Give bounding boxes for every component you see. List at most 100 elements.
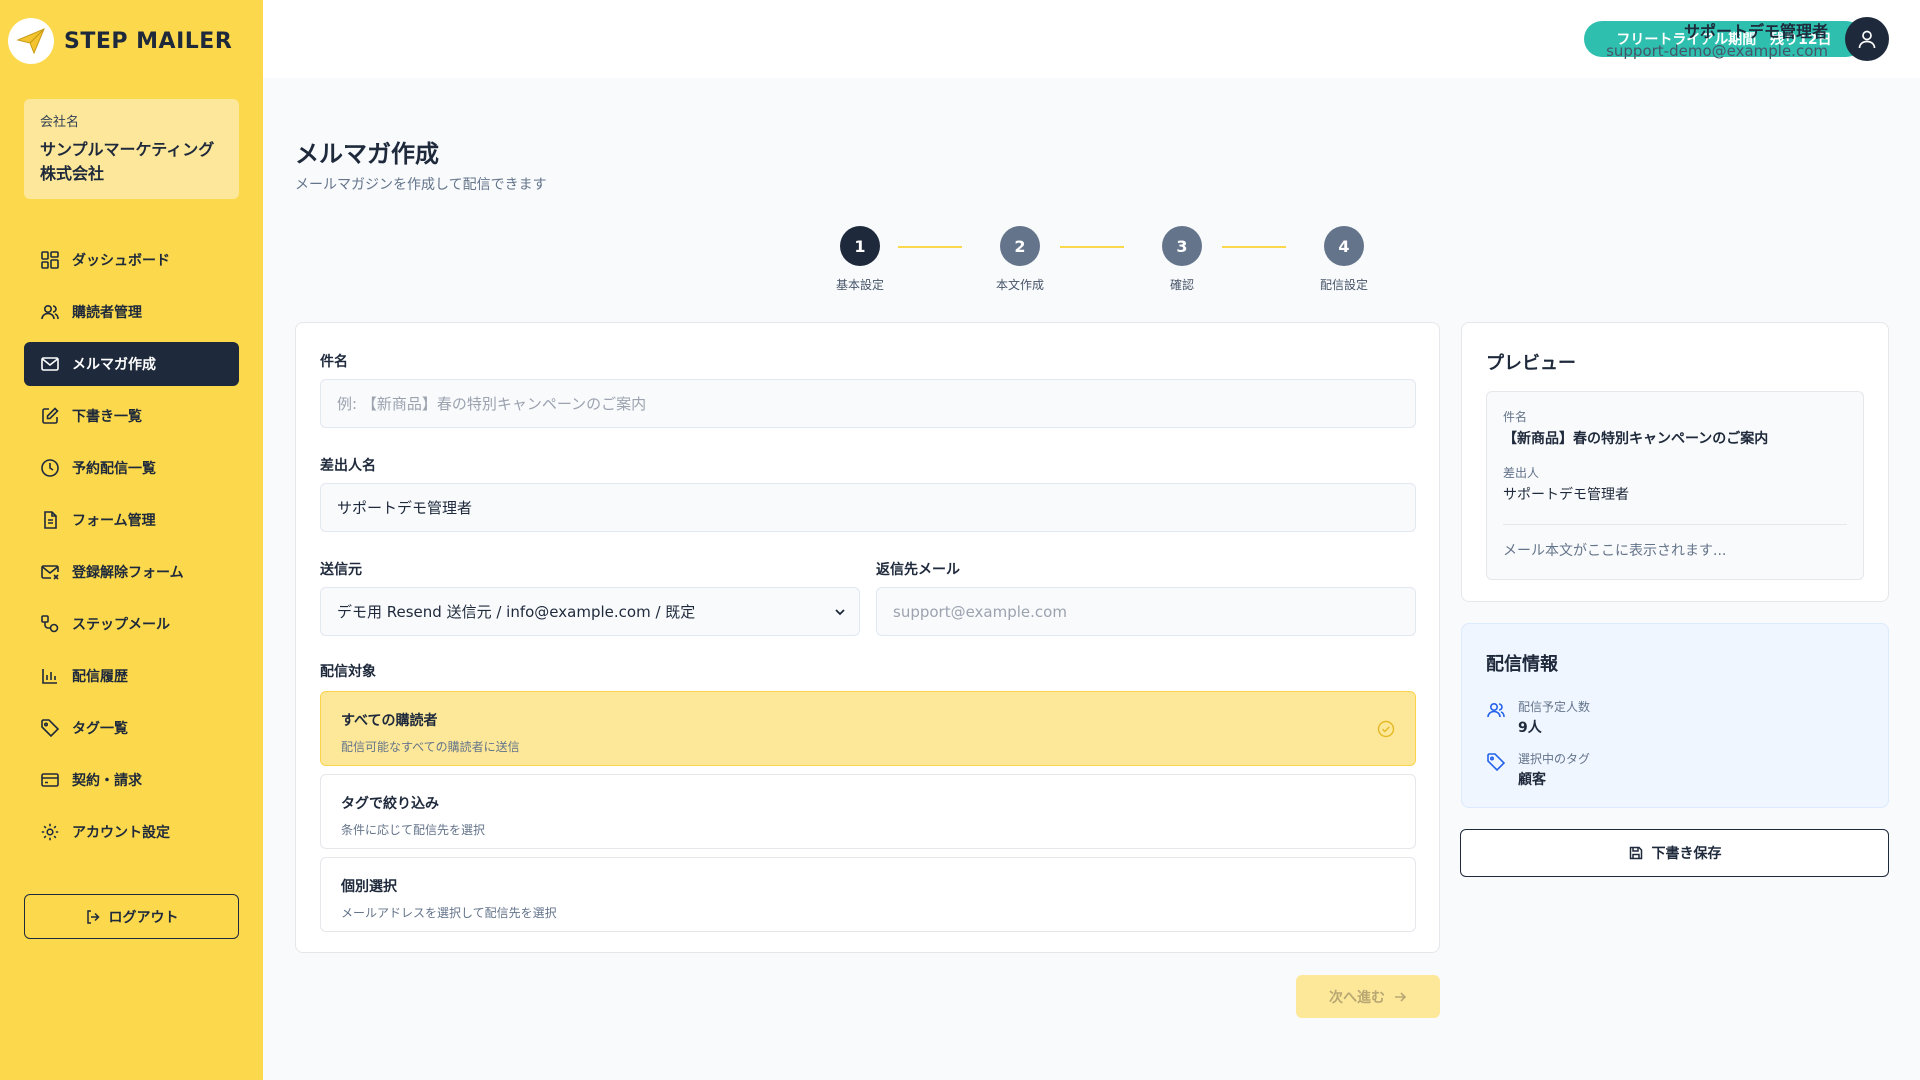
sidebar-item-unsubscribe-form[interactable]: 登録解除フォーム [24, 550, 239, 594]
bar-chart-icon [42, 669, 57, 684]
option-desc: メールアドレスを選択して配信先を選択 [341, 906, 557, 920]
save-draft-label: 下書き保存 [1651, 846, 1722, 862]
selected-tag-value: 顧客 [1518, 772, 1546, 788]
sidebar-item-history[interactable]: 配信履歴 [24, 654, 239, 698]
users-icon [1487, 702, 1505, 718]
from-select[interactable]: デモ用 Resend 送信元 / info@example.com / 既定 [320, 587, 860, 636]
preview-box: 件名 【新商品】春の特別キャンペーンのご案内 差出人 サポートデモ管理者 メール… [1486, 391, 1864, 580]
step-label: 基本設定 [835, 278, 884, 292]
preview-subject-value: 【新商品】春の特別キャンペーンのご案内 [1503, 431, 1769, 447]
tag-icon [41, 719, 60, 738]
user-icon [1858, 30, 1876, 49]
sidebar-item-forms[interactable]: フォーム管理 [24, 498, 239, 542]
subject-input[interactable]: 例: 【新商品】春の特別キャンペーンのご案内 [320, 379, 1416, 428]
step-2: 2 本文作成 [980, 226, 1060, 293]
dashboard-icon [41, 251, 59, 269]
sidebar-item-label: 予約配信一覧 [72, 461, 156, 477]
sender-name-input[interactable]: サポートデモ管理者 [320, 483, 1416, 532]
sidebar-item-dashboard[interactable]: ダッシュボード [24, 238, 239, 282]
next-label: 次へ進む [1329, 989, 1385, 1006]
document-icon [44, 511, 57, 529]
sidebar-item-label: メルマガ作成 [72, 357, 156, 373]
option-title: タグで絞り込み [341, 796, 439, 812]
step-3: 3 確認 [1142, 226, 1222, 293]
user-avatar[interactable] [1845, 17, 1889, 61]
divider [1503, 524, 1847, 525]
user-email: support-demo@example.com [1606, 42, 1828, 60]
sidebar-item-label: ステップメール [72, 617, 170, 633]
step-connector [1060, 246, 1124, 248]
sidebar-item-label: 購読者管理 [72, 305, 142, 321]
logout-label: ログアウト [108, 909, 179, 926]
chevron-down-icon [835, 609, 845, 616]
paper-plane-icon [8, 18, 54, 64]
app-logo[interactable]: STEP MAILER [8, 18, 232, 64]
sidebar-item-label: 下書き一覧 [72, 409, 142, 425]
sidebar: STEP MAILER 会社名 サンプルマーケティング株式会社 ダッシュボード … [0, 0, 263, 1080]
sidebar-item-newsletter-create[interactable]: メルマガ作成 [24, 342, 239, 386]
step-connector [1222, 246, 1286, 248]
check-circle-icon [1377, 720, 1395, 738]
draft-edit-icon [42, 407, 59, 424]
sidebar-item-account-settings[interactable]: アカウント設定 [24, 810, 239, 854]
reply-to-input[interactable]: support@example.com [876, 587, 1416, 636]
tag-icon [1487, 753, 1506, 772]
recipient-count-row: 配信予定人数 9人 [1486, 698, 1590, 737]
sidebar-item-step-mail[interactable]: ステップメール [24, 602, 239, 646]
sidebar-item-tags[interactable]: タグ一覧 [24, 706, 239, 750]
subject-label: 件名 [320, 354, 348, 370]
step-number: 4 [1324, 226, 1364, 266]
sidebar-item-label: フォーム管理 [72, 513, 156, 529]
target-label: 配信対象 [320, 664, 376, 680]
selected-tag-row: 選択中のタグ 顧客 [1486, 750, 1590, 789]
page-subtitle: メールマガジンを作成して配信できます [295, 177, 547, 193]
preview-sender-label: 差出人 [1503, 466, 1540, 480]
target-option-individual[interactable]: 個別選択 メールアドレスを選択して配信先を選択 [320, 857, 1416, 932]
recipient-count-value: 9人 [1518, 720, 1542, 736]
save-draft-button[interactable]: 下書き保存 [1460, 829, 1889, 877]
logout-icon [86, 909, 100, 924]
option-desc: 条件に応じて配信先を選択 [341, 823, 486, 837]
top-header: フリートライアル期間 残り12日 サポートデモ管理者 support-demo@… [263, 0, 1920, 78]
step-label: 本文作成 [995, 278, 1044, 292]
delivery-info-title: 配信情報 [1486, 654, 1558, 675]
sidebar-item-subscribers[interactable]: 購読者管理 [24, 290, 239, 334]
company-label: 会社名 [40, 115, 80, 130]
users-icon [41, 304, 59, 320]
sidebar-item-scheduled[interactable]: 予約配信一覧 [24, 446, 239, 490]
company-card: 会社名 サンプルマーケティング株式会社 [24, 99, 239, 199]
step-number: 1 [840, 226, 880, 266]
sidebar-item-label: 契約・請求 [72, 773, 142, 789]
reply-to-label: 返信先メール [876, 562, 960, 578]
logout-button[interactable]: ログアウト [24, 894, 239, 939]
option-desc: 配信可能なすべての購読者に送信 [341, 740, 520, 754]
gear-icon [41, 823, 59, 841]
app-name: STEP MAILER [64, 28, 233, 54]
user-name: サポートデモ管理者 [1683, 22, 1828, 41]
mail-icon [41, 357, 59, 371]
sidebar-item-label: ダッシュボード [72, 253, 170, 269]
basic-settings-form: 件名 例: 【新商品】春の特別キャンペーンのご案内 差出人名 サポートデモ管理者… [295, 322, 1440, 953]
step-4: 4 配信設定 [1304, 226, 1384, 293]
target-option-all[interactable]: すべての購読者 配信可能なすべての購読者に送信 [320, 691, 1416, 766]
target-option-tag[interactable]: タグで絞り込み 条件に応じて配信先を選択 [320, 774, 1416, 849]
step-number: 3 [1162, 226, 1202, 266]
sidebar-item-label: タグ一覧 [72, 721, 128, 737]
step-number: 2 [1000, 226, 1040, 266]
sidebar-item-drafts[interactable]: 下書き一覧 [24, 394, 239, 438]
sidebar-item-label: アカウント設定 [72, 825, 170, 841]
step-1: 1 基本設定 [820, 226, 900, 293]
preview-body-placeholder: メール本文がここに表示されます... [1503, 543, 1727, 559]
sidebar-item-billing[interactable]: 契約・請求 [24, 758, 239, 802]
save-icon [1629, 846, 1642, 860]
stepper: 1 基本設定 2 本文作成 3 確認 4 配信設定 [820, 226, 1368, 296]
preview-title: プレビュー [1486, 353, 1576, 374]
from-label: 送信元 [320, 562, 362, 578]
preview-subject-label: 件名 [1503, 410, 1528, 424]
credit-card-icon [41, 773, 59, 787]
workflow-icon [41, 615, 59, 633]
sidebar-nav: ダッシュボード 購読者管理 メルマガ作成 下書き一覧 予約配信一覧 フォーム管理… [24, 238, 239, 862]
next-button[interactable]: 次へ進む [1296, 975, 1440, 1018]
sidebar-item-label: 登録解除フォーム [72, 565, 184, 581]
sidebar-item-label: 配信履歴 [72, 669, 128, 685]
